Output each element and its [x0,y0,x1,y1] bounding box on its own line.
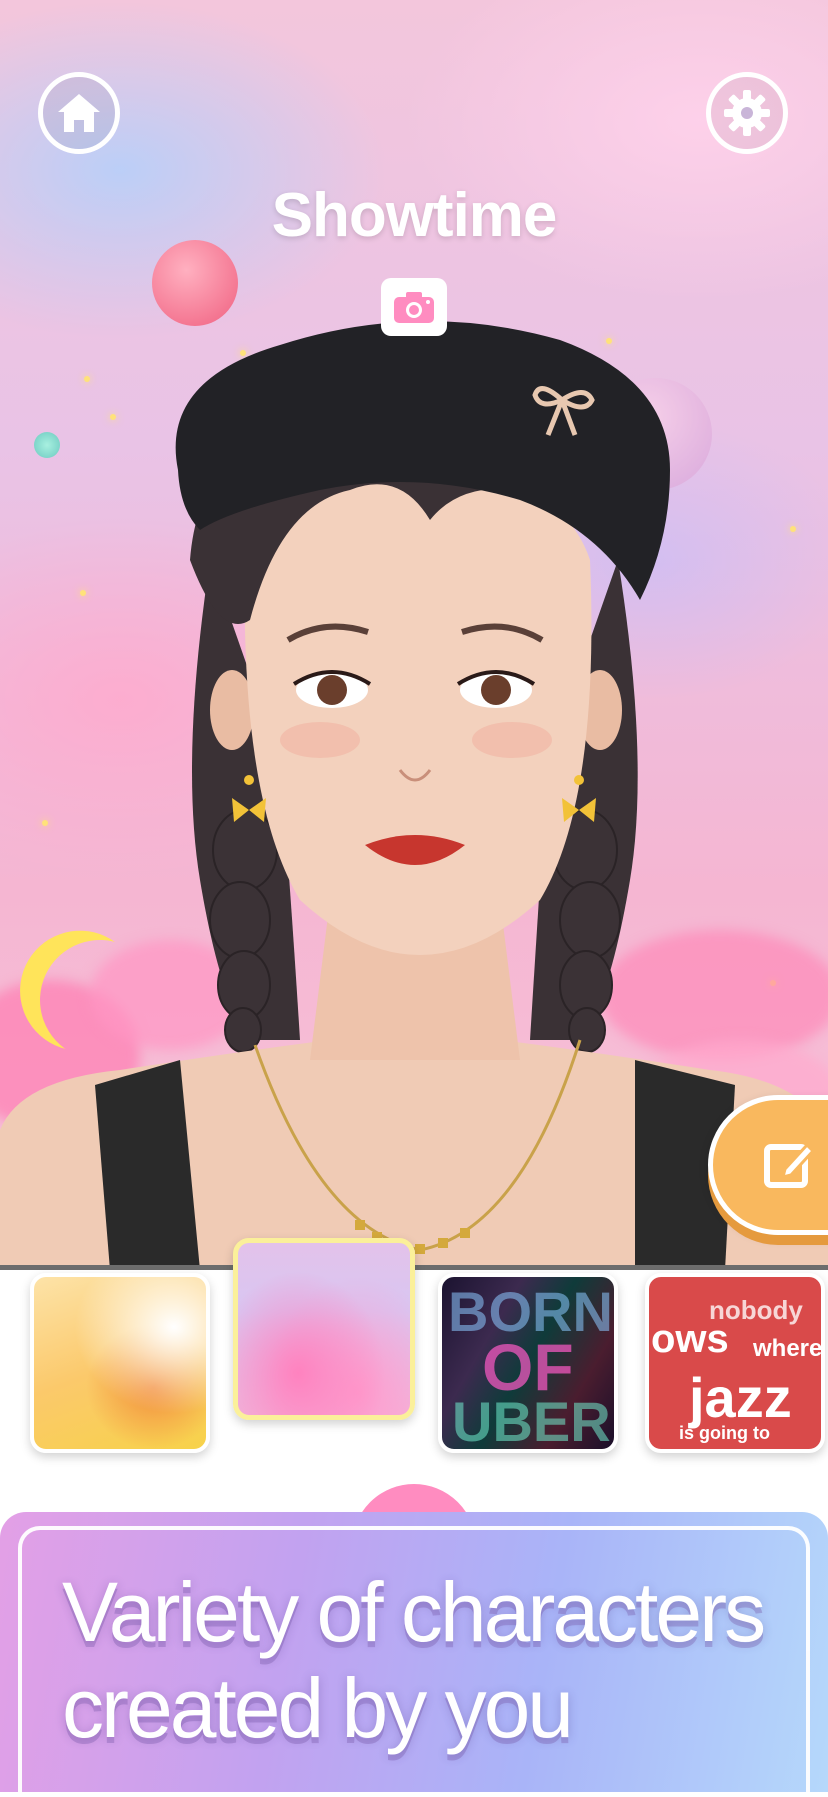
right-iris [481,675,511,705]
promo-banner-text: Variety of characters created by you [62,1564,802,1756]
home-icon [58,94,100,132]
background-thumb-neon-letters[interactable]: BORN OF UBER [438,1273,618,1453]
promo-line-1: Variety of characters [62,1565,766,1659]
promo-line-2: created by you [62,1661,574,1755]
home-button[interactable] [38,72,120,154]
thumb-glyph: UBER [452,1390,611,1453]
thumb-word: where [753,1335,823,1362]
background-thumb-red-typography[interactable]: nobody ows where jazz is going to [645,1273,825,1453]
page-title: Showtime [271,181,558,250]
camera-button[interactable] [381,278,447,336]
background-thumb-orange-watercolor[interactable] [30,1273,210,1453]
left-iris [317,675,347,705]
thumb-word: jazz [689,1366,792,1429]
background-thumb-pink-clouds[interactable] [233,1238,415,1420]
face [244,470,592,955]
camera-icon [394,292,434,323]
edit-icon [764,1142,815,1188]
thumb-word: ows [651,1317,729,1361]
thumb-word: is going to [679,1423,770,1443]
promo-banner: Variety of characters created by you [0,1512,828,1792]
gear-icon [724,90,770,136]
settings-button[interactable] [706,72,788,154]
